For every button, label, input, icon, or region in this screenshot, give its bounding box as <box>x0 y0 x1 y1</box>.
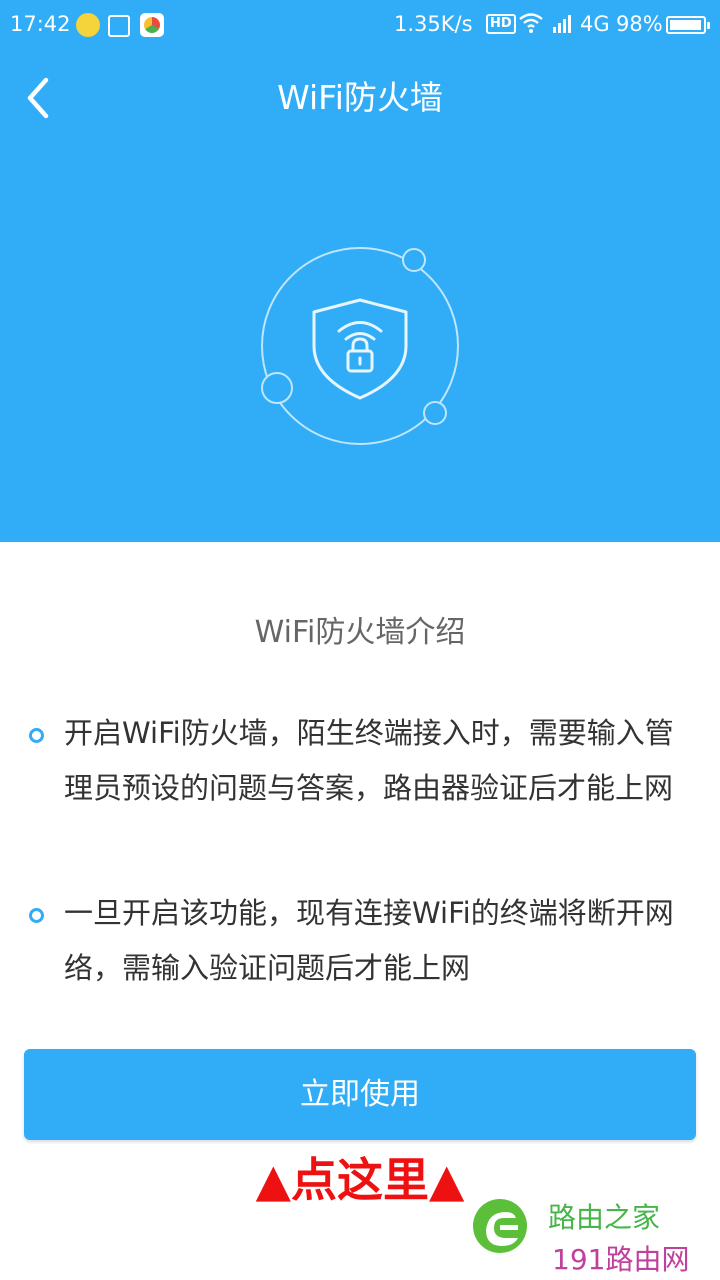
wechat-icon <box>76 13 100 37</box>
bullet-dot-icon <box>29 728 44 743</box>
battery-icon <box>666 16 710 34</box>
bullet-text: 开启WiFi防火墙，陌生终端接入时，需要输入管理员预设的问题与答案，路由器验证后… <box>64 716 674 805</box>
status-speed: 1.35K/s <box>394 12 473 36</box>
shield-lock-wifi-icon <box>261 247 459 445</box>
router-home-logo-icon <box>473 1199 527 1253</box>
scan-icon <box>108 15 130 37</box>
signal-icon <box>553 15 571 33</box>
network-type: 4G <box>580 12 610 36</box>
intro-title: WiFi防火墙介绍 <box>254 615 466 650</box>
use-now-button[interactable]: 立即使用 <box>24 1049 696 1140</box>
bullet-dot-icon <box>29 908 44 923</box>
status-bar: 17:42 1.35K/s HD 4G 98% <box>0 0 720 52</box>
wifi-icon <box>519 13 543 33</box>
hd-badge: HD <box>486 14 516 34</box>
bullet-text: 一旦开启该功能，现有连接WiFi的终端将断开网络，需输入验证问题后才能上网 <box>64 896 674 985</box>
watermark-site: 191路由网 <box>552 1243 690 1276</box>
battery-percent: 98% <box>616 12 663 36</box>
status-time: 17:42 <box>10 12 71 36</box>
watermark-brand: 路由之家 <box>548 1201 661 1234</box>
page-title: WiFi防火墙 <box>277 78 443 117</box>
hero-banner: 17:42 1.35K/s HD 4G 98% WiFi防火墙 <box>0 0 720 542</box>
app-icon <box>140 13 164 37</box>
